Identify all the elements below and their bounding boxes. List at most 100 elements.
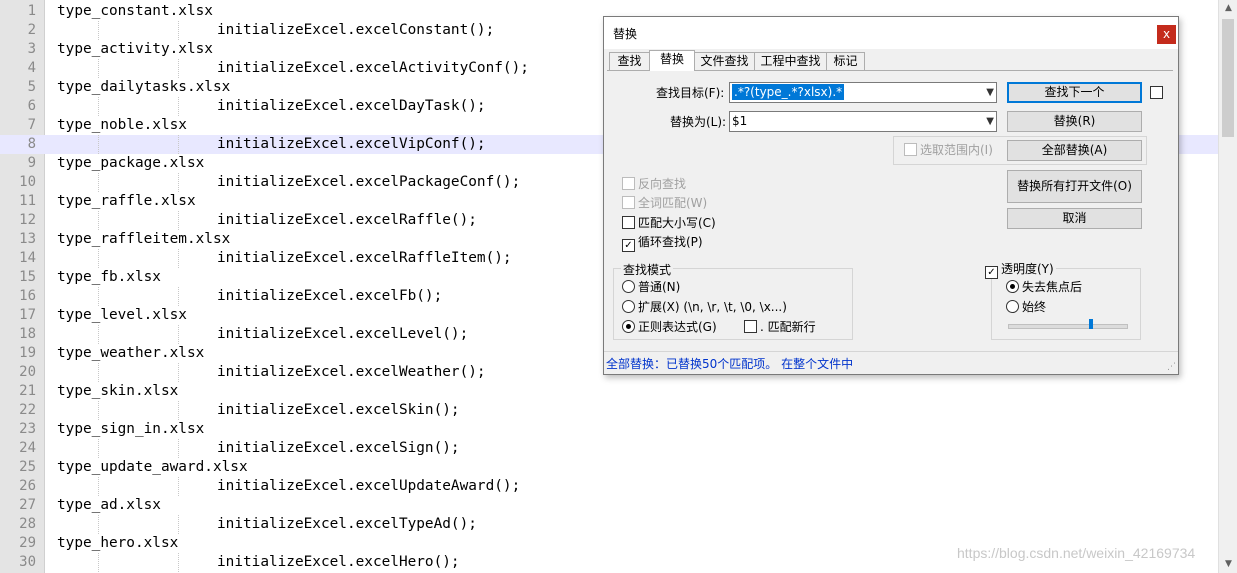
replace-all-open-files-button[interactable]: 替换所有打开文件(O): [1007, 170, 1142, 203]
match-case-checkbox[interactable]: 匹配大小写(C): [622, 216, 716, 232]
code-text: initializeExcel.excelUpdateAward();: [217, 478, 521, 494]
code-line[interactable]: 27 type_ad.xlsx: [0, 496, 1218, 515]
indent-guide: [178, 363, 179, 382]
code-line[interactable]: 28 initializeExcel.excelTypeAd();: [0, 515, 1218, 534]
line-number: 4: [27, 60, 36, 76]
search-mode-regex-radio[interactable]: 正则表达式(G): [622, 320, 717, 336]
tab-mark[interactable]: 标记: [826, 52, 865, 70]
line-number: 19: [19, 345, 36, 361]
code-text: initializeExcel.excelSign();: [217, 440, 460, 456]
replace-all-button[interactable]: 全部替换(A): [1007, 140, 1142, 161]
wrap-around-checkbox[interactable]: ✓ 循环查找(P): [622, 235, 703, 252]
tab-replace[interactable]: 替换: [649, 50, 695, 71]
line-number: 11: [19, 193, 36, 209]
indent-guide: [178, 97, 179, 116]
code-text: initializeExcel.excelTypeAd();: [217, 516, 477, 532]
code-text: initializeExcel.excelFb();: [217, 288, 443, 304]
line-number: 22: [19, 402, 36, 418]
transparency-slider-thumb[interactable]: [1089, 319, 1093, 329]
dialog-title: 替换: [613, 27, 638, 41]
tab-find-in-files[interactable]: 文件查找: [694, 52, 755, 70]
code-text: type_noble.xlsx: [57, 117, 187, 133]
search-mode-extended-radio[interactable]: 扩展(X) (\n, \r, \t, \0, \x...): [622, 300, 787, 316]
backward-checkbox[interactable]: 反向查找: [622, 177, 686, 193]
code-text: type_hero.xlsx: [57, 535, 179, 551]
code-line[interactable]: 23 type_sign_in.xlsx: [0, 420, 1218, 439]
line-number: 28: [19, 516, 36, 532]
scrollbar-thumb[interactable]: [1222, 19, 1234, 137]
in-selection-checkbox[interactable]: 选取范围内(I): [904, 143, 993, 159]
radio-icon: [622, 300, 635, 313]
on-lose-focus-radio[interactable]: 失去焦点后: [1006, 280, 1082, 296]
whole-word-checkbox[interactable]: 全词匹配(W): [622, 196, 707, 212]
checkbox-icon: [622, 177, 635, 190]
status-text: 全部替换：已替换50个匹配项。 在整个文件中: [606, 357, 854, 371]
code-line[interactable]: 22 initializeExcel.excelSkin();: [0, 401, 1218, 420]
line-number: 18: [19, 326, 36, 342]
code-text: type_weather.xlsx: [57, 345, 205, 361]
always-radio[interactable]: 始终: [1006, 300, 1046, 316]
line-number: 14: [19, 250, 36, 266]
close-button[interactable]: x: [1157, 25, 1176, 44]
indent-guide: [98, 401, 99, 420]
line-number: 12: [19, 212, 36, 228]
line-number: 25: [19, 459, 36, 475]
line-number: 1: [27, 3, 36, 19]
dialog-titlebar[interactable]: 替换 x: [604, 17, 1178, 49]
indent-guide: [98, 515, 99, 534]
dot-matches-newline-checkbox[interactable]: . 匹配新行: [744, 320, 816, 336]
code-line[interactable]: 21 type_skin.xlsx: [0, 382, 1218, 401]
checkmark-icon: ✓: [985, 266, 998, 279]
line-number: 17: [19, 307, 36, 323]
cancel-button[interactable]: 取消: [1007, 208, 1142, 229]
replace-dialog: 替换 x 查找 替换 文件查找 工程中查找 标记 查找目标(F): .*?(ty…: [603, 16, 1179, 375]
indent-guide: [178, 135, 179, 154]
resize-grip-icon[interactable]: ⋰: [1167, 362, 1176, 372]
find-next-button[interactable]: 查找下一个: [1007, 82, 1142, 103]
code-text: initializeExcel.excelRaffleItem();: [217, 250, 512, 266]
checkbox-icon: [622, 196, 635, 209]
find-what-input[interactable]: .*?(type_.*?xlsx).* ▼: [729, 82, 997, 103]
line-number: 21: [19, 383, 36, 399]
scroll-down-icon[interactable]: ▼: [1219, 556, 1237, 573]
vertical-scrollbar[interactable]: ▲ ▼: [1218, 0, 1237, 573]
tab-find[interactable]: 查找: [609, 52, 650, 70]
indent-guide: [98, 287, 99, 306]
code-text: initializeExcel.excelDayTask();: [217, 98, 486, 114]
code-line[interactable]: 24 initializeExcel.excelSign();: [0, 439, 1218, 458]
scroll-up-icon[interactable]: ▲: [1219, 0, 1237, 17]
indent-guide: [178, 477, 179, 496]
code-text: initializeExcel.excelActivityConf();: [217, 60, 529, 76]
tab-find-in-project[interactable]: 工程中查找: [754, 52, 827, 70]
line-number: 24: [19, 440, 36, 456]
transparency-checkbox[interactable]: ✓ 透明度(Y): [985, 262, 1056, 279]
chevron-down-icon[interactable]: ▼: [986, 83, 994, 102]
chevron-down-icon[interactable]: ▼: [986, 112, 994, 131]
replace-with-label: 替换为(L):: [670, 115, 727, 129]
indent-guide: [98, 173, 99, 192]
code-line[interactable]: 25 type_update_award.xlsx: [0, 458, 1218, 477]
code-text: initializeExcel.excelWeather();: [217, 364, 486, 380]
line-number: 2: [27, 22, 36, 38]
code-line[interactable]: 26 initializeExcel.excelUpdateAward();: [0, 477, 1218, 496]
indent-guide: [178, 325, 179, 344]
line-number: 27: [19, 497, 36, 513]
line-number: 30: [19, 554, 36, 570]
line-number: 8: [27, 136, 36, 152]
indent-guide: [178, 401, 179, 420]
code-text: initializeExcel.excelLevel();: [217, 326, 469, 342]
replace-with-input[interactable]: $1 ▼: [729, 111, 997, 132]
watermark: https://blog.csdn.net/weixin_42169734: [957, 545, 1196, 561]
code-text: type_update_award.xlsx: [57, 459, 248, 475]
indent-guide: [98, 477, 99, 496]
transparency-slider[interactable]: [1008, 324, 1128, 329]
find-next-option-checkbox[interactable]: [1150, 86, 1166, 102]
radio-icon: [1006, 300, 1019, 313]
search-mode-normal-radio[interactable]: 普通(N): [622, 280, 680, 296]
code-text: type_fb.xlsx: [57, 269, 161, 285]
line-number: 26: [19, 478, 36, 494]
indent-guide: [178, 249, 179, 268]
replace-button[interactable]: 替换(R): [1007, 111, 1142, 132]
code-text: initializeExcel.excelPackageConf();: [217, 174, 521, 190]
code-text: initializeExcel.excelSkin();: [217, 402, 460, 418]
